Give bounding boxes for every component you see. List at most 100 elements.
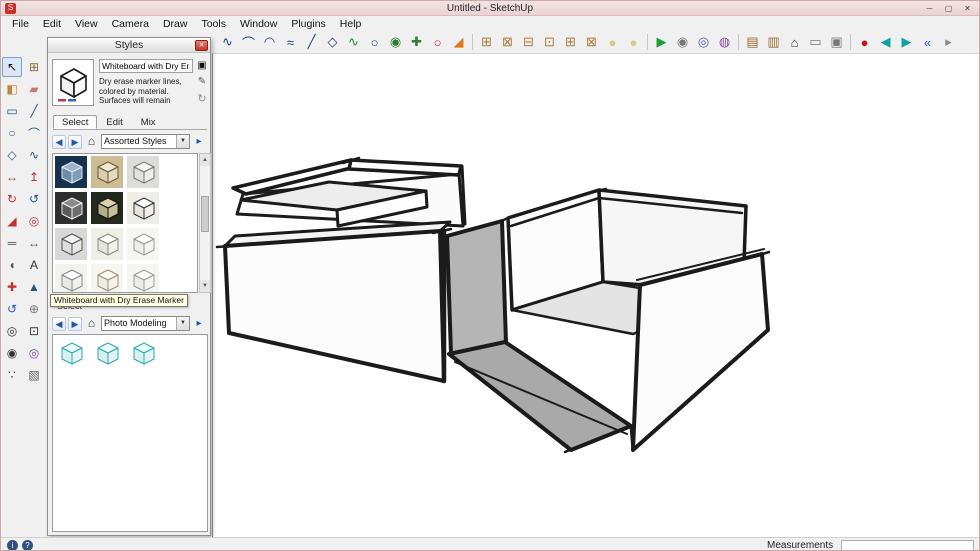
- measurements-input[interactable]: [841, 540, 974, 550]
- soften-edges-icon[interactable]: ●: [602, 32, 623, 52]
- geolocation-icon[interactable]: i: [7, 540, 18, 550]
- position-camera-tool[interactable]: ◉: [2, 343, 22, 363]
- walk-tool[interactable]: ∵: [2, 365, 22, 385]
- secondary-collection-dropdown[interactable]: Photo Modeling ▼: [101, 316, 190, 331]
- ellipse-icon[interactable]: ○: [427, 32, 448, 52]
- advance-icon[interactable]: ▸: [938, 32, 959, 52]
- split-icon[interactable]: ⊠: [581, 32, 602, 52]
- styles-grid-scrollbar[interactable]: ▲ ▼: [199, 153, 211, 293]
- polygon-icon[interactable]: ◇: [322, 32, 343, 52]
- style-thumb-blueprint[interactable]: [55, 156, 89, 190]
- style-thumb-white-1[interactable]: [127, 228, 161, 262]
- style-thumb-pale[interactable]: [91, 228, 125, 262]
- details-flyout-icon[interactable]: ▸: [192, 135, 206, 149]
- in-model-home-icon[interactable]: ⌂: [84, 134, 99, 149]
- spiral-icon[interactable]: ◉: [385, 32, 406, 52]
- style-thumb-dark[interactable]: [55, 192, 89, 226]
- style-thumb-white-3[interactable]: [91, 264, 125, 292]
- save-page-icon[interactable]: ▭: [805, 32, 826, 52]
- orbit-tool[interactable]: ↺: [2, 299, 22, 319]
- in-model-home-icon[interactable]: ⌂: [84, 316, 99, 331]
- pushpull-tool[interactable]: ↥: [24, 167, 44, 187]
- freehand-tool[interactable]: ∿: [24, 145, 44, 165]
- menu-camera[interactable]: Camera: [105, 17, 156, 31]
- menu-window[interactable]: Window: [233, 17, 284, 31]
- smooth-icon[interactable]: ●: [623, 32, 644, 52]
- photo-modeling-thumb-2[interactable]: [91, 337, 125, 371]
- style-thumb-white-2[interactable]: [55, 264, 89, 292]
- maximize-button[interactable]: ▢: [939, 1, 958, 16]
- menu-view[interactable]: View: [68, 17, 105, 31]
- layout-page-icon[interactable]: ▣: [826, 32, 847, 52]
- back-arrow-icon[interactable]: ◀: [52, 134, 66, 149]
- scale-tool[interactable]: ◢: [2, 211, 22, 231]
- followme-tool[interactable]: ↺: [24, 189, 44, 209]
- line-tool[interactable]: ╱: [24, 101, 44, 121]
- walkthrough-icon[interactable]: ◍: [714, 32, 735, 52]
- orbit-icon[interactable]: ◉: [672, 32, 693, 52]
- scroll-up-icon[interactable]: ▲: [200, 154, 210, 166]
- eyedropper-icon[interactable]: ✎: [195, 75, 209, 88]
- subtract-icon[interactable]: ⊡: [539, 32, 560, 52]
- tab-edit[interactable]: Edit: [97, 115, 131, 129]
- style-thumb-gray-sketch[interactable]: [127, 156, 161, 190]
- dimension-tool[interactable]: ↔: [24, 233, 44, 253]
- styles-panel-titlebar[interactable]: Styles: [48, 38, 210, 53]
- intersect-icon[interactable]: ⊠: [497, 32, 518, 52]
- style-thumb-night[interactable]: [91, 192, 125, 226]
- union-icon[interactable]: ⊟: [518, 32, 539, 52]
- 3d-text-tool[interactable]: ▲: [24, 277, 44, 297]
- circle-icon[interactable]: ○: [364, 32, 385, 52]
- update-style-icon[interactable]: ↻: [195, 93, 209, 106]
- help-icon[interactable]: ?: [22, 540, 33, 550]
- scroll-down-icon[interactable]: ▼: [200, 280, 210, 292]
- styles-collection-dropdown[interactable]: Assorted Styles ▼: [101, 134, 190, 149]
- menu-help[interactable]: Help: [333, 17, 369, 31]
- arc-segment-icon[interactable]: ◠: [259, 32, 280, 52]
- move-tool[interactable]: ↔: [2, 167, 22, 187]
- zoom-extents-tool[interactable]: ⊡: [24, 321, 44, 341]
- tab-mix[interactable]: Mix: [132, 115, 165, 129]
- pan-tool[interactable]: ⊕: [24, 299, 44, 319]
- tab-select[interactable]: Select: [53, 115, 98, 129]
- look-around-icon[interactable]: ◎: [693, 32, 714, 52]
- component-library-icon[interactable]: ▤: [742, 32, 763, 52]
- menu-file[interactable]: File: [5, 17, 36, 31]
- zoom-tool[interactable]: ◎: [2, 321, 22, 341]
- record-icon[interactable]: ●: [854, 32, 875, 52]
- rewind-icon[interactable]: «: [917, 32, 938, 52]
- arc-tool[interactable]: ⌒: [24, 123, 44, 143]
- circle-tool[interactable]: ○: [2, 123, 22, 143]
- menu-tools[interactable]: Tools: [194, 17, 233, 31]
- panel-close-button[interactable]: ✕: [195, 40, 208, 51]
- arc-icon[interactable]: ⌒: [238, 32, 259, 52]
- scrollbar-thumb[interactable]: [201, 196, 209, 232]
- polygon-tool[interactable]: ◇: [2, 145, 22, 165]
- secondary-pane-toggle-icon[interactable]: ▣: [195, 59, 209, 72]
- materials-book-icon[interactable]: ▥: [763, 32, 784, 52]
- home-icon[interactable]: ⌂: [784, 32, 805, 52]
- protractor-tool[interactable]: ◖: [2, 255, 22, 275]
- rectangle-tool[interactable]: ▭: [2, 101, 22, 121]
- tape-measure-tool[interactable]: ═: [2, 233, 22, 253]
- menu-draw[interactable]: Draw: [156, 17, 195, 31]
- play-tour-icon[interactable]: ▶: [651, 32, 672, 52]
- section-plane-tool[interactable]: ▧: [24, 365, 44, 385]
- menu-edit[interactable]: Edit: [36, 17, 68, 31]
- back-arrow-icon[interactable]: ◀: [52, 316, 66, 331]
- select-tool[interactable]: ↖: [2, 57, 22, 77]
- style-thumb-plain[interactable]: [127, 192, 161, 226]
- next-scene-icon[interactable]: ▶: [896, 32, 917, 52]
- sine-curve-icon[interactable]: ∿: [343, 32, 364, 52]
- style-thumb-sepia[interactable]: [91, 156, 125, 190]
- style-name-input[interactable]: [99, 59, 193, 73]
- rotate-tool[interactable]: ↻: [2, 189, 22, 209]
- previous-scene-icon[interactable]: ◀: [875, 32, 896, 52]
- eraser-tool[interactable]: ▰: [24, 79, 44, 99]
- wrench-icon[interactable]: ✚: [406, 32, 427, 52]
- photo-modeling-thumb-1[interactable]: [55, 337, 89, 371]
- model-viewport[interactable]: [212, 53, 979, 537]
- style-thumb-white-4[interactable]: [127, 264, 161, 292]
- outer-shell-icon[interactable]: ⊞: [476, 32, 497, 52]
- text-tool[interactable]: A: [24, 255, 44, 275]
